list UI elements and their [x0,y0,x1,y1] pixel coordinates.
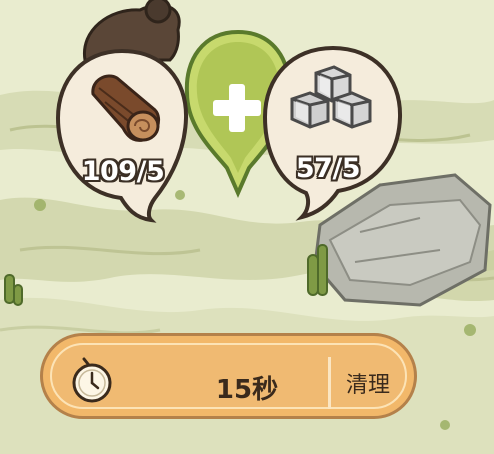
stone-blocks-icon [284,65,379,145]
timer-inner-panel: 15秒 清理 [50,343,407,409]
game-scene: 109/5 57/5 15秒 清理 [0,0,494,454]
plus-icon [207,78,267,138]
clear-button[interactable]: 清理 [332,357,404,409]
stopwatch-icon [70,355,114,409]
timer-divider [328,357,331,409]
wood-count: 109/5 [81,156,165,187]
stone-count: 57/5 [295,153,361,184]
clear-timer-bar: 15秒 清理 [40,333,417,419]
stone-resource-bubble[interactable]: 57/5 [262,45,404,221]
log-icon [85,66,165,146]
wood-resource-bubble[interactable]: 109/5 [55,48,190,223]
countdown-text: 15秒 [215,375,279,405]
